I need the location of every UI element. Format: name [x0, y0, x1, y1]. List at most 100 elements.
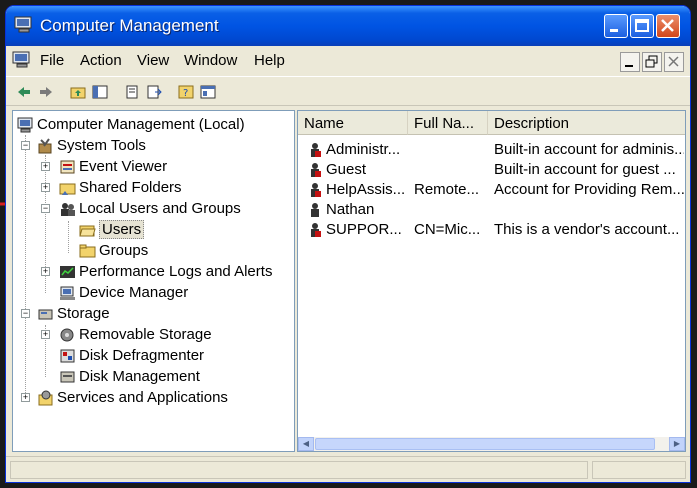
user-icon: [311, 223, 321, 237]
tools-icon: [38, 138, 52, 154]
forward-icon[interactable]: [38, 85, 54, 99]
tree-item-label: Disk Management: [79, 368, 200, 385]
user-name-cell: HelpAssis...: [326, 181, 406, 198]
removable-storage-icon: [60, 328, 74, 342]
maximize-icon: [635, 19, 649, 32]
console-window-icon[interactable]: [200, 85, 216, 99]
column-header-full-name[interactable]: Full Na...: [408, 111, 488, 135]
export-icon[interactable]: [146, 85, 162, 99]
event-viewer-icon: [60, 160, 75, 174]
toolbar: ?: [6, 76, 690, 106]
svg-text:?: ?: [183, 88, 188, 99]
tree-item-label: Device Manager: [79, 284, 189, 301]
tree-item-label: System Tools: [57, 137, 146, 154]
tree-item-label: Services and Applications: [57, 389, 228, 406]
user-icon: [311, 143, 321, 157]
tree-line: [68, 221, 69, 253]
close-icon: [668, 56, 679, 67]
table-row[interactable]: SUPPOR... CN=Mic... This is a vendor's a…: [298, 220, 685, 240]
mdi-restore-button[interactable]: [642, 52, 662, 72]
computer-management-icon: [17, 117, 33, 133]
collapse-expander[interactable]: −: [21, 309, 30, 318]
expand-expander[interactable]: +: [41, 162, 50, 171]
minimize-button[interactable]: [604, 14, 628, 38]
expand-expander[interactable]: +: [41, 183, 50, 192]
tree-item-label: Groups: [99, 242, 149, 259]
tree-item-label: Computer Management (Local): [37, 116, 245, 133]
menu-bar: File Action View Window Help: [6, 46, 690, 76]
user-fullname-cell: Remote...: [414, 181, 480, 198]
column-header-description[interactable]: Description: [488, 111, 685, 135]
folder-icon: [79, 244, 96, 258]
performance-icon: [60, 266, 75, 278]
menu-action[interactable]: Action: [80, 52, 122, 69]
console-icon[interactable]: [12, 51, 32, 69]
status-bar: [6, 456, 690, 482]
horizontal-scrollbar[interactable]: ◀ ▶: [298, 437, 685, 451]
menu-view[interactable]: View: [137, 52, 169, 69]
tree-item-label: Local Users and Groups: [79, 200, 241, 217]
user-name-cell: SUPPOR...: [326, 221, 402, 238]
folder-open-icon: [79, 225, 96, 237]
user-name-cell: Guest: [326, 161, 367, 178]
close-icon: [661, 19, 674, 32]
title-bar[interactable]: Computer Management: [6, 6, 690, 46]
user-description-cell: Built-in account for adminis...: [494, 141, 684, 158]
table-row[interactable]: Guest Built-in account for guest ...: [298, 160, 685, 180]
users-list-pane[interactable]: Name Full Na... Description Administr...…: [297, 110, 686, 452]
tree-item-label: Disk Defragmenter: [79, 347, 205, 364]
table-row[interactable]: HelpAssis... Remote... Account for Provi…: [298, 180, 685, 200]
shared-folder-icon: [59, 183, 76, 195]
table-row[interactable]: Administr... Built-in account for admini…: [298, 140, 685, 160]
user-icon: [311, 203, 319, 217]
column-header-name[interactable]: Name: [298, 111, 408, 135]
collapse-expander[interactable]: −: [41, 204, 50, 213]
menu-file[interactable]: File: [40, 52, 64, 69]
storage-icon: [38, 309, 53, 320]
minimize-icon: [610, 29, 618, 32]
scroll-right-button[interactable]: ▶: [669, 437, 685, 451]
expand-expander[interactable]: +: [41, 267, 50, 276]
user-fullname-cell: CN=Mic...: [414, 221, 481, 238]
table-row[interactable]: Nathan: [298, 200, 685, 220]
computer-management-icon: [14, 16, 32, 33]
tree-item-label: Shared Folders: [79, 179, 182, 196]
scroll-left-button[interactable]: ◀: [298, 437, 314, 451]
window-title: Computer Management: [40, 16, 219, 35]
maximize-button[interactable]: [630, 14, 654, 38]
user-description-cell: Account for Providing Rem...: [494, 181, 684, 198]
user-icon: [311, 183, 321, 197]
menu-help[interactable]: Help: [254, 52, 285, 69]
mdi-close-button[interactable]: [664, 52, 684, 72]
computer-management-window: Computer Management File Action View Win…: [6, 6, 690, 482]
tree-item-label: Users: [99, 220, 145, 239]
user-description-cell: Built-in account for guest ...: [494, 161, 676, 178]
user-name-cell: Nathan: [326, 201, 375, 218]
scroll-thumb[interactable]: [315, 438, 655, 450]
mdi-minimize-button[interactable]: [620, 52, 640, 72]
properties-icon[interactable]: [124, 85, 140, 99]
user-description-cell: This is a vendor's account...: [494, 221, 680, 238]
disk-management-icon: [60, 371, 75, 383]
user-icon: [311, 163, 321, 177]
show-tree-icon[interactable]: [92, 85, 108, 99]
collapse-expander[interactable]: −: [21, 141, 30, 150]
up-folder-icon[interactable]: [70, 85, 86, 99]
disk-defragmenter-icon: [60, 349, 75, 363]
console-tree-pane[interactable]: Computer Management (Local) − System Too…: [12, 110, 295, 452]
help-icon[interactable]: ?: [178, 85, 194, 99]
expand-expander[interactable]: +: [21, 393, 30, 402]
expand-expander[interactable]: +: [41, 330, 50, 339]
status-pane-secondary: [592, 461, 686, 479]
tree-item-label: Removable Storage: [79, 326, 212, 343]
minimize-icon: [625, 65, 633, 67]
back-icon[interactable]: [16, 85, 32, 99]
user-name-cell: Administr...: [326, 141, 401, 158]
restore-icon: [645, 55, 658, 68]
tree-line: [25, 135, 26, 395]
services-icon: [38, 390, 53, 406]
close-button[interactable]: [656, 14, 680, 38]
tree-item-label: Event Viewer: [79, 158, 168, 175]
menu-window[interactable]: Window: [184, 52, 237, 69]
device-manager-icon: [60, 286, 75, 300]
